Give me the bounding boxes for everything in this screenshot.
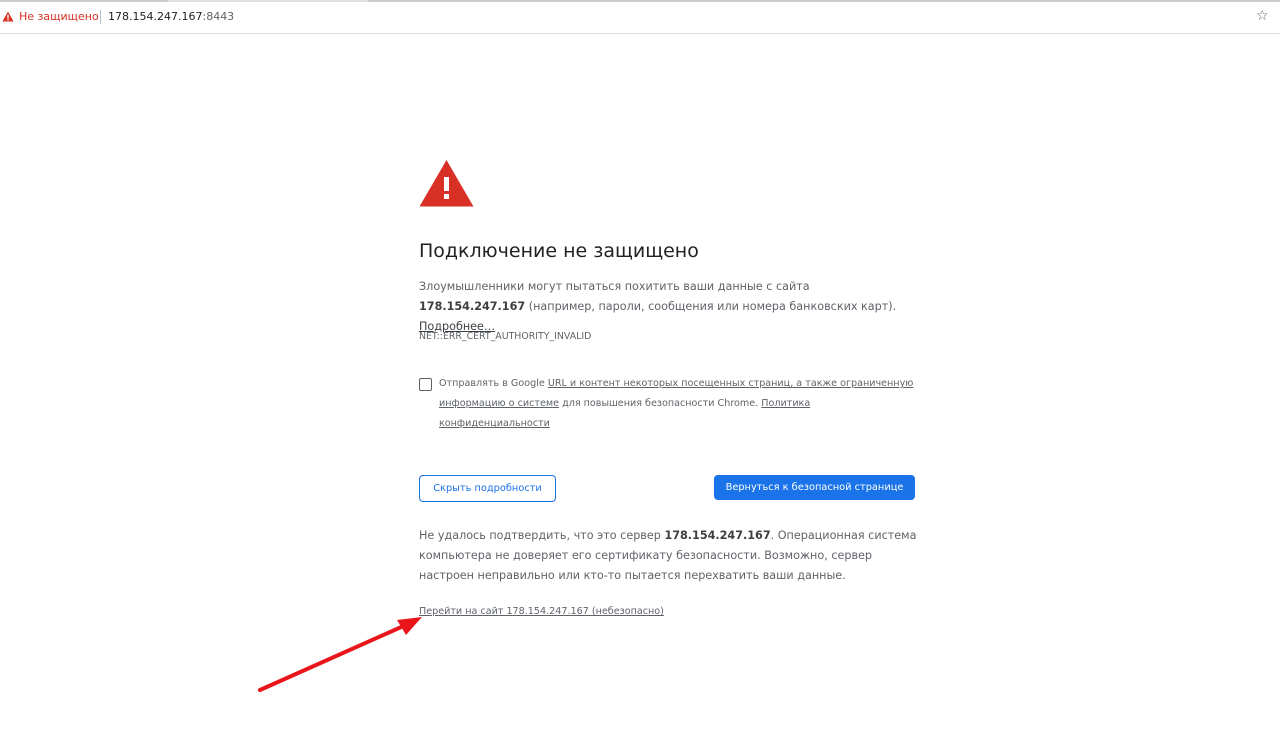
extended-reporting-label: Отправлять в Google URL и контент некото…	[439, 374, 915, 434]
warning-triangle-icon[interactable]	[2, 11, 14, 22]
error-code: NET::ERR_CERT_AUTHORITY_INVALID	[419, 331, 592, 342]
checkbox-text-prefix: Отправлять в Google	[439, 378, 548, 389]
annotation-arrow-icon	[258, 617, 422, 692]
security-status-label[interactable]: Не защищено	[19, 10, 99, 24]
star-icon[interactable]: ☆	[1256, 8, 1269, 24]
hide-details-button[interactable]: Скрыть подробности	[419, 475, 556, 502]
url-host: 178.154.247.167	[108, 10, 203, 23]
checkbox-text-middle: для повышения безопасности Chrome.	[559, 398, 762, 409]
extended-reporting-checkbox[interactable]	[419, 378, 432, 391]
address-bar[interactable]: Не защищено 178.154.247.167:8443 ☆	[0, 0, 1280, 34]
url-text[interactable]: 178.154.247.167:8443	[108, 10, 234, 24]
details-prefix: Не удалось подтвердить, что это сервер	[419, 529, 665, 542]
main-message-suffix: (например, пароли, сообщения или номера …	[525, 300, 897, 313]
main-message-host: 178.154.247.167	[419, 300, 526, 313]
proceed-unsafe-link[interactable]: Перейти на сайт 178.154.247.167 (небезоп…	[419, 605, 664, 619]
tab-edge-right	[368, 0, 1280, 2]
warning-triangle-icon	[419, 160, 474, 207]
back-to-safety-button[interactable]: Вернуться к безопасной странице	[714, 475, 915, 500]
url-port: :8443	[202, 10, 235, 23]
details-message: Не удалось подтвердить, что это сервер 1…	[419, 526, 919, 586]
omnibox-separator	[100, 10, 101, 24]
details-host: 178.154.247.167	[664, 529, 771, 542]
main-message-prefix: Злоумышленники могут пытаться похитить в…	[419, 280, 810, 293]
page-title: Подключение не защищено	[419, 240, 699, 262]
tab-edge-left	[0, 0, 168, 2]
main-message: Злоумышленники могут пытаться похитить в…	[419, 277, 919, 337]
